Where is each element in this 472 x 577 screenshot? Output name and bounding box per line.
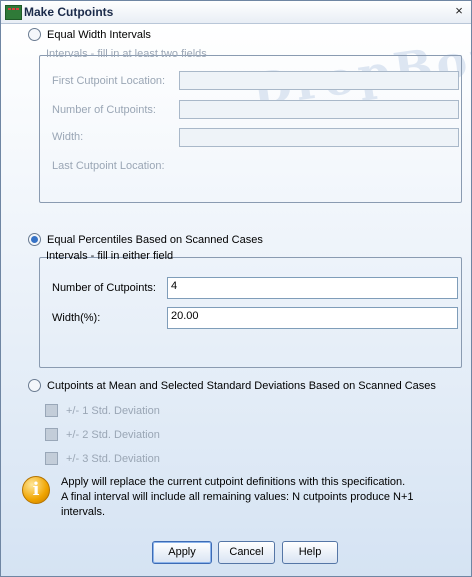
ew-number-of-cutpoints-field[interactable] [179,100,459,119]
apply-button[interactable]: Apply [152,541,212,564]
cancel-button[interactable]: Cancel [218,541,275,564]
sd-option-2[interactable]: +/- 2 Std. Deviation [45,428,160,441]
window-title: Make Cutpoints [24,5,114,19]
ew-width-field[interactable] [179,128,459,147]
radio-equal-percentiles-label: Equal Percentiles Based on Scanned Cases [47,233,263,246]
radio-mean-sd[interactable]: Cutpoints at Mean and Selected Standard … [28,379,436,392]
first-cutpoint-label: First Cutpoint Location: [52,75,166,87]
make-cutpoints-dialog: Make Cutpoints × DropBox Equal Width Int… [0,0,472,577]
sd-option-3-label: +/- 3 Std. Deviation [66,452,160,465]
info-line-2: A final interval will include all remain… [61,491,414,503]
radio-equal-width[interactable]: Equal Width Intervals [28,28,151,41]
ew-width-label: Width: [52,131,84,143]
radio-equal-percentiles-button[interactable] [28,233,41,246]
close-icon[interactable]: × [453,4,465,17]
sd-option-2-label: +/- 2 Std. Deviation [66,428,160,441]
help-button[interactable]: Help [282,541,338,564]
spss-app-icon [5,5,22,20]
ep-number-of-cutpoints-field[interactable]: 4 [167,277,458,299]
radio-equal-width-label: Equal Width Intervals [47,28,151,41]
radio-equal-width-button[interactable] [28,28,41,41]
info-line-1: Apply will replace the current cutpoint … [61,476,406,488]
radio-equal-percentiles[interactable]: Equal Percentiles Based on Scanned Cases [28,233,263,246]
sd-option-1[interactable]: +/- 1 Std. Deviation [45,404,160,417]
sd-option-1-label: +/- 1 Std. Deviation [66,404,160,417]
sd-option-3[interactable]: +/- 3 Std. Deviation [45,452,160,465]
ep-width-label: Width(%): [52,312,101,324]
radio-mean-sd-label: Cutpoints at Mean and Selected Standard … [47,379,436,392]
sd-option-3-checkbox[interactable] [45,452,58,465]
info-message: Apply will replace the current cutpoint … [61,475,461,520]
info-line-3: intervals. [61,506,106,518]
last-cutpoint-label: Last Cutpoint Location: [52,160,165,172]
first-cutpoint-field[interactable] [179,71,459,90]
equal-percentiles-group-title: Intervals - fill in either field [46,250,174,262]
radio-mean-sd-button[interactable] [28,379,41,392]
ep-number-of-cutpoints-label: Number of Cutpoints: [52,282,156,294]
sd-option-1-checkbox[interactable] [45,404,58,417]
ew-number-of-cutpoints-label: Number of Cutpoints: [52,104,156,116]
equal-width-group-title: Intervals - fill in at least two fields [46,48,207,60]
info-icon: i [22,476,50,504]
title-bar: Make Cutpoints × [1,1,471,24]
ep-width-field[interactable]: 20.00 [167,307,458,329]
dialog-body: DropBox Equal Width Intervals Intervals … [1,24,471,576]
sd-option-2-checkbox[interactable] [45,428,58,441]
